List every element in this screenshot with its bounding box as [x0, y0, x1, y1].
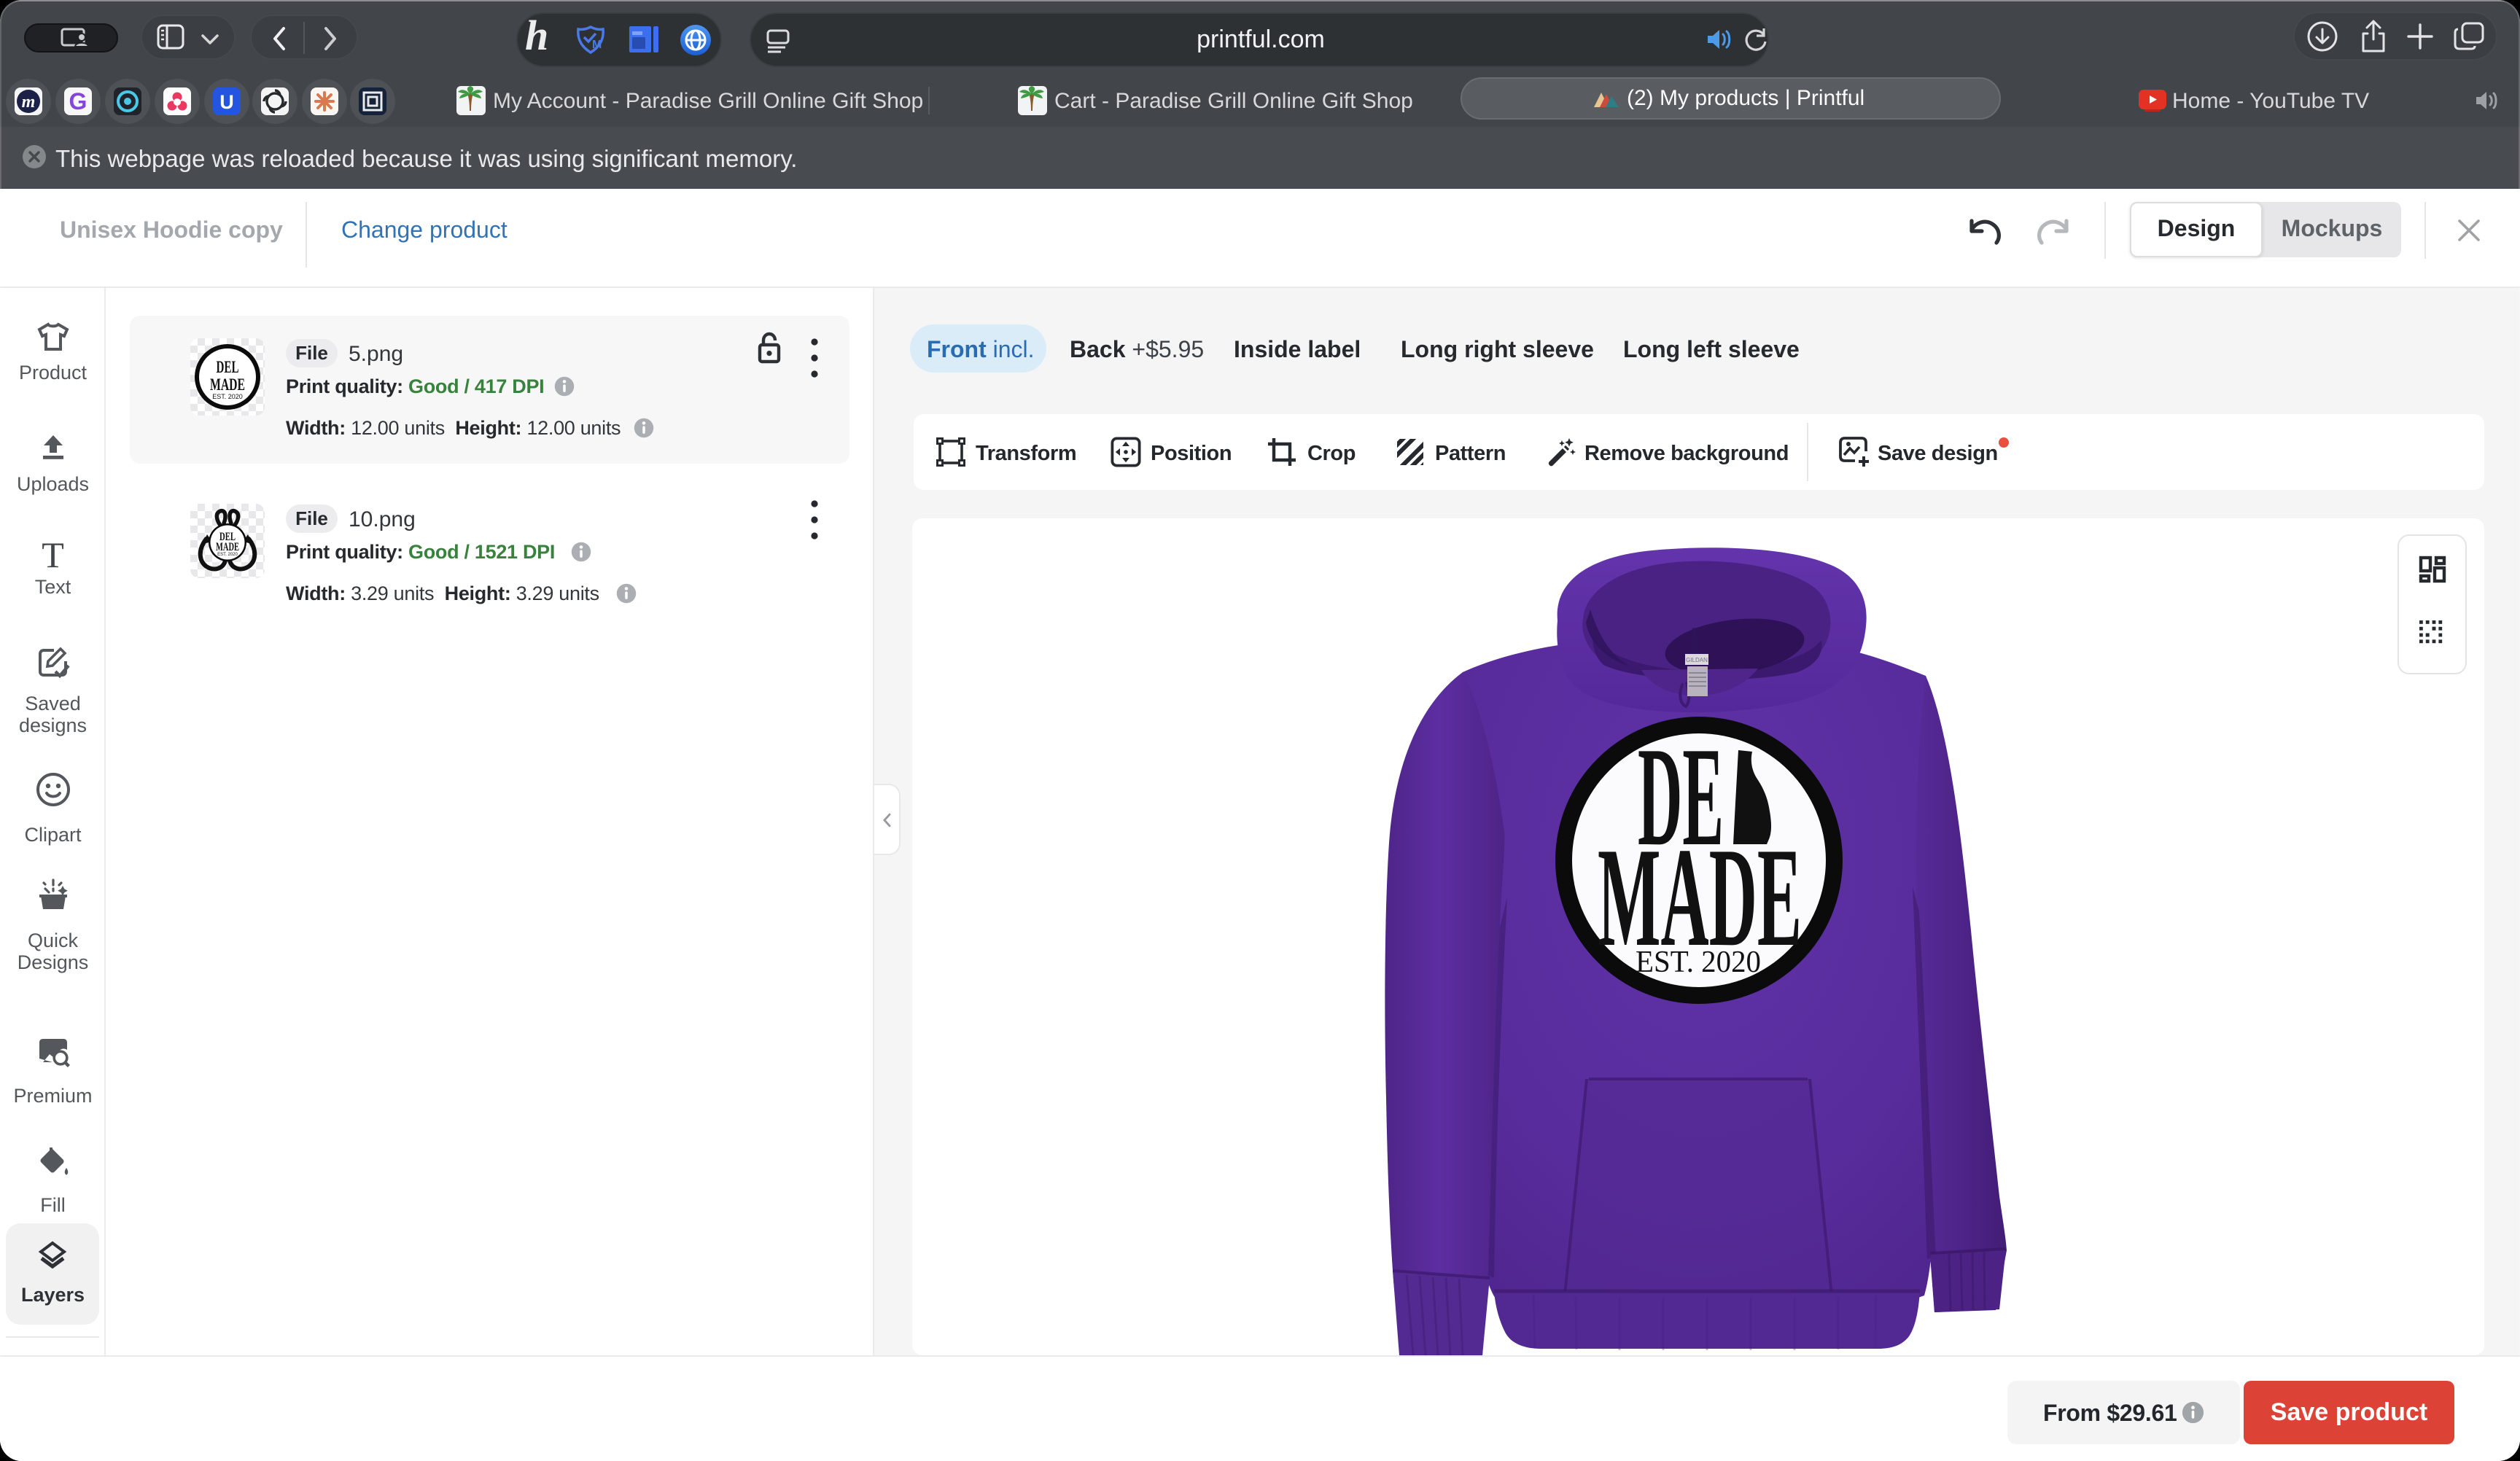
- svg-text:EST. 2020: EST. 2020: [217, 553, 238, 557]
- svg-text:G: G: [69, 88, 88, 114]
- svg-text:MADE: MADE: [210, 375, 245, 394]
- svg-text:M: M: [592, 39, 602, 51]
- svg-text:EST. 2020: EST. 2020: [1636, 946, 1761, 979]
- svg-text:EST. 2020: EST. 2020: [212, 393, 243, 400]
- svg-text:DEL: DEL: [217, 358, 239, 376]
- svg-text:U: U: [219, 91, 234, 113]
- svg-text:MADE: MADE: [216, 541, 239, 553]
- svg-text:m: m: [22, 93, 36, 112]
- svg-text:GILDAN: GILDAN: [1686, 657, 1708, 663]
